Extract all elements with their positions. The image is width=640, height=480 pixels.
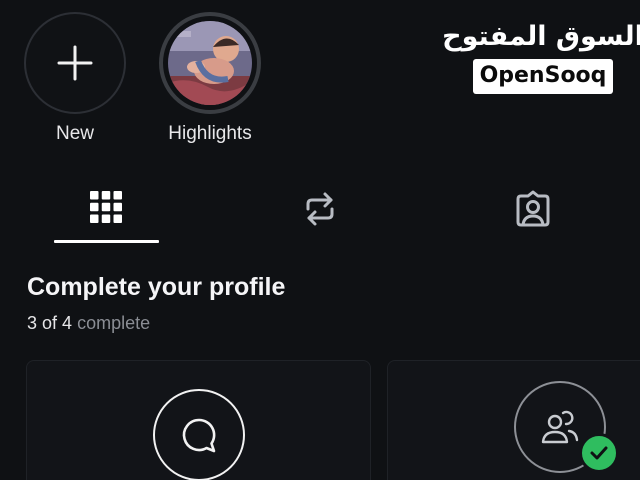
highlights-label: Highlights: [168, 123, 252, 144]
tab-tagged[interactable]: [481, 186, 585, 244]
progress-word: complete: [77, 313, 151, 333]
progress-count: 3 of 4: [27, 313, 73, 333]
complete-profile-title: Complete your profile: [27, 273, 286, 301]
repost-icon: [306, 192, 334, 226]
new-highlight[interactable]: New: [23, 12, 127, 145]
profile-tabs: [0, 186, 640, 246]
card-icon-circle: [153, 389, 245, 480]
selected-tab-indicator: [54, 240, 159, 243]
complete-profile-progress: 3 of 4 complete: [27, 313, 150, 334]
profile-task-card-bio[interactable]: [26, 360, 371, 480]
completed-check-badge: [579, 433, 619, 473]
highlights-circle[interactable]: [159, 12, 261, 114]
grid-icon: [90, 191, 122, 223]
tab-grid[interactable]: [54, 186, 158, 244]
tab-reposts[interactable]: [268, 186, 372, 244]
new-highlight-label: New: [55, 123, 94, 144]
opensooq-logo: السوق المفتوح OpenSooq: [442, 20, 640, 94]
logo-latin-text: OpenSooq: [472, 59, 614, 94]
logo-arabic-text: السوق المفتوح: [442, 21, 640, 52]
plus-icon: [57, 45, 93, 81]
tagged-person-icon: [516, 190, 550, 227]
profile-page: New Highlights السوق المفتوح OpenSooq Co…: [0, 0, 640, 480]
chat-bubble-icon: [182, 418, 216, 453]
people-icon: [541, 410, 579, 444]
profile-task-card-follow[interactable]: [387, 360, 640, 480]
new-highlight-circle[interactable]: [24, 12, 126, 114]
highlight-cover-photo: [168, 21, 252, 105]
check-icon: [590, 446, 608, 460]
highlights-highlight[interactable]: Highlights: [158, 12, 262, 145]
